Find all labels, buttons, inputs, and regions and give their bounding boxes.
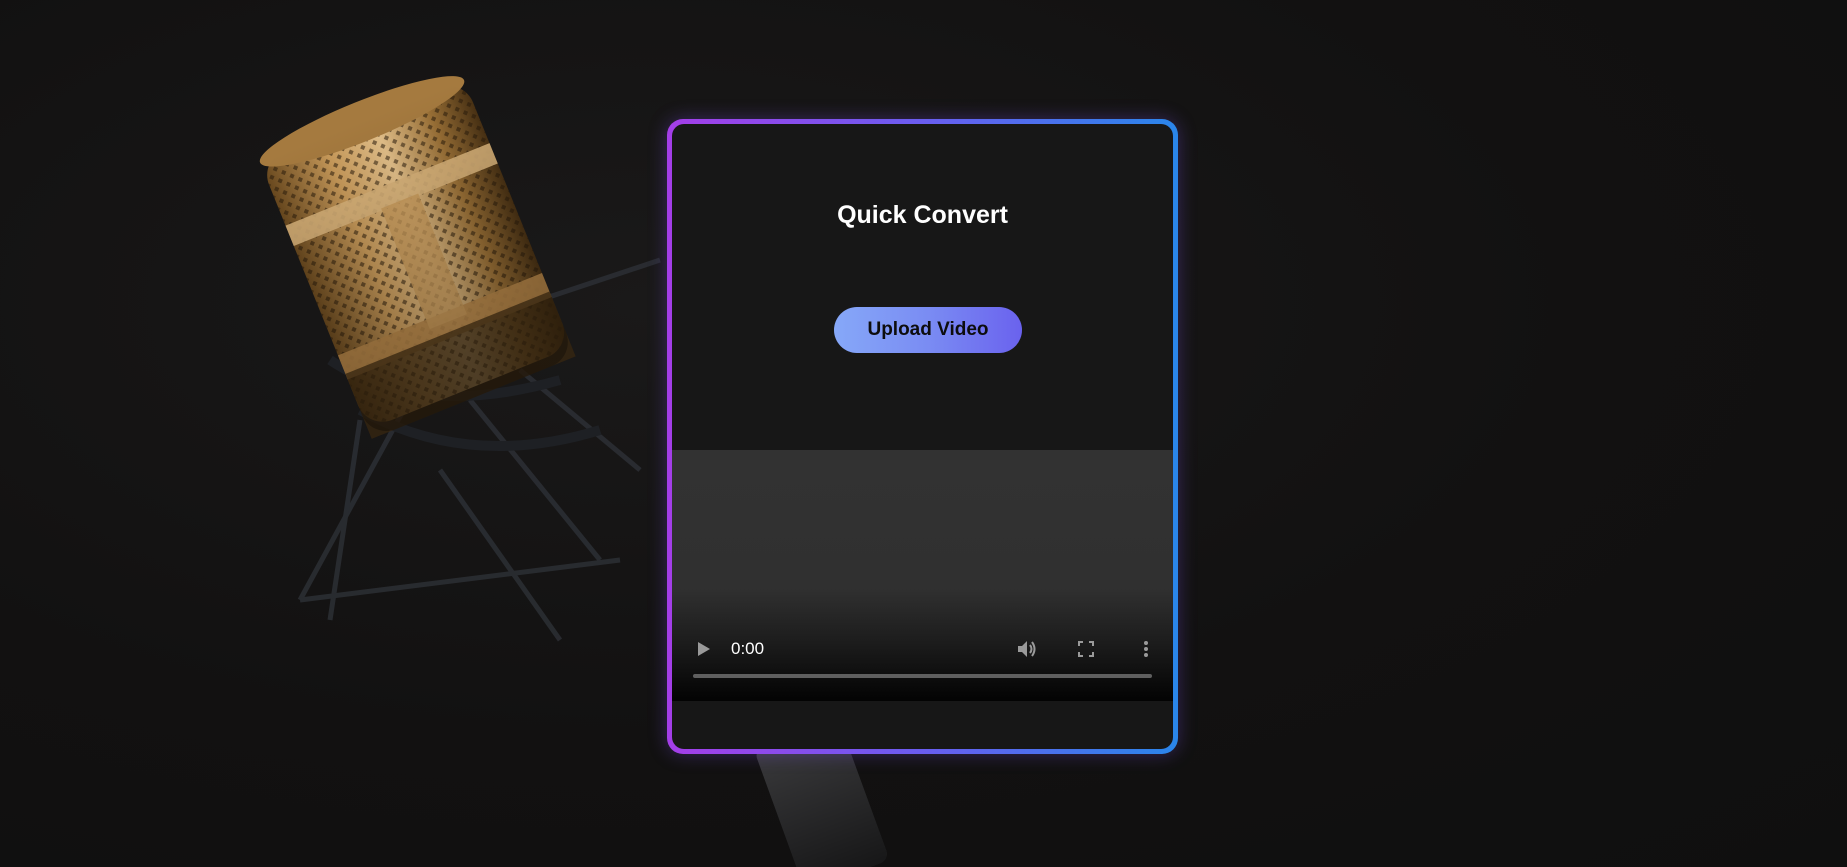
- card-title: Quick Convert: [837, 201, 1008, 229]
- video-controls: 0:00: [672, 621, 1173, 701]
- video-progress-bar[interactable]: [693, 674, 1152, 678]
- converter-card-border: Quick Convert Upload Video 0:00: [667, 119, 1178, 754]
- more-options-icon[interactable]: [1136, 639, 1156, 659]
- play-icon[interactable]: [694, 639, 714, 659]
- volume-icon[interactable]: [1015, 639, 1039, 659]
- time-display: 0:00: [731, 639, 765, 658]
- video-player[interactable]: 0:00: [672, 450, 1173, 701]
- page: Quick Convert Upload Video 0:00: [0, 0, 1847, 867]
- fullscreen-icon[interactable]: [1076, 639, 1096, 659]
- converter-card: Quick Convert Upload Video 0:00: [672, 124, 1173, 749]
- upload-video-button[interactable]: Upload Video: [834, 307, 1022, 353]
